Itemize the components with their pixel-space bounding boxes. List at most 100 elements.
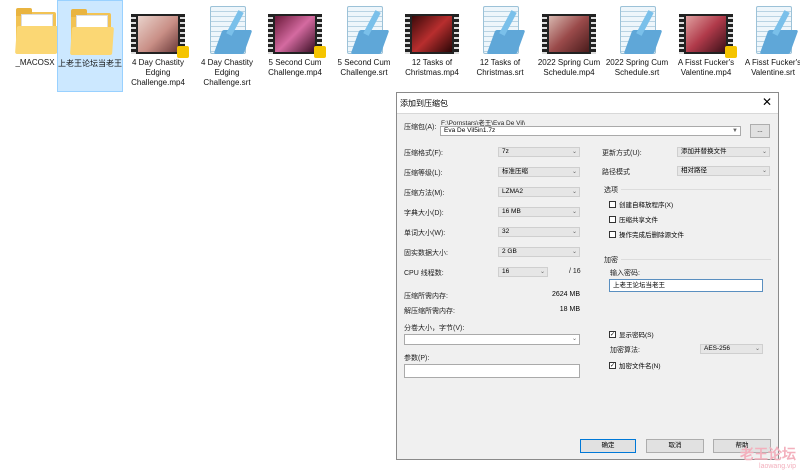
- file-label: A Fisst Fucker's Valentine.srt: [744, 58, 800, 77]
- file-label: 5 Second Cum Challenge.srt: [337, 58, 391, 77]
- chevron-down-icon: ⌄: [761, 149, 767, 155]
- encryption-group-title: 加密: [604, 257, 618, 264]
- level-label: 压缩等级(L):: [404, 170, 443, 177]
- checkbox-box: [609, 200, 616, 208]
- file-item-video[interactable]: 4 Day Chastity Edging Challenge.mp4: [125, 0, 191, 92]
- archive-name-value: Eva De Vil5in1.7z: [444, 127, 496, 134]
- watermark-logo: 老王论坛 laowang.vip: [740, 446, 796, 471]
- password-label: 输入密码:: [610, 270, 640, 277]
- close-icon[interactable]: ✕: [762, 95, 772, 109]
- path-mode-select[interactable]: 相对路径 ⌄: [677, 166, 770, 176]
- cpu-total: / 16: [569, 268, 581, 275]
- format-value: 7z: [502, 148, 509, 155]
- file-item-folder-laowang[interactable]: 上老王论坛当老王: [57, 0, 123, 92]
- checkbox-encrypt-names[interactable]: ✓ 加密文件名(N): [609, 360, 661, 370]
- mem-decomp-label: 解压缩所需内存:: [404, 308, 455, 315]
- file-label: 12 Tasks of Christmas.srt: [476, 58, 524, 77]
- file-item-video[interactable]: A Fisst Fucker's Valentine.mp4: [673, 0, 739, 92]
- encryption-method-value: AES-256: [704, 345, 731, 352]
- add-to-archive-dialog: 添加到压缩包 ✕ 压缩包(A): F:\Pornstars\老王\Eva De …: [396, 92, 779, 460]
- split-combo[interactable]: ⌄: [404, 334, 580, 345]
- checkbox-show-password[interactable]: ✓ 显示密码(S): [609, 329, 654, 339]
- word-select[interactable]: 32 ⌄: [498, 227, 580, 237]
- ok-button[interactable]: 确定: [580, 439, 636, 453]
- encryption-divider: [621, 259, 771, 260]
- file-label: 5 Second Cum Challenge.mp4: [268, 58, 322, 77]
- format-label: 压缩格式(F):: [404, 150, 443, 157]
- chevron-down-icon: ⌄: [571, 209, 577, 215]
- cpu-label: CPU 线程数:: [404, 270, 444, 277]
- file-item-subtitle[interactable]: A Fisst Fucker's Valentine.srt: [740, 0, 800, 92]
- format-select[interactable]: 7z ⌄: [498, 147, 580, 157]
- file-label: 2022 Spring Cum Schedule.mp4: [537, 58, 601, 77]
- video-thumbnail-icon: [542, 14, 596, 54]
- cpu-select[interactable]: 16 ⌄: [498, 267, 548, 277]
- password-input[interactable]: 上老王论坛当老王: [609, 279, 763, 292]
- file-label: A Fisst Fucker's Valentine.mp4: [677, 58, 735, 77]
- chevron-down-icon: ⌄: [761, 168, 767, 174]
- encryption-method-label: 加密算法:: [610, 347, 640, 354]
- options-group-title: 选项: [604, 187, 618, 194]
- file-label: 4 Day Chastity Edging Challenge.srt: [200, 58, 254, 87]
- subtitle-file-icon: [341, 4, 390, 58]
- update-select[interactable]: 添加并替换文件 ⌄: [677, 147, 770, 157]
- solid-select[interactable]: 2 GB ⌄: [498, 247, 580, 257]
- level-select[interactable]: 标准压缩 ⌄: [498, 167, 580, 177]
- checkbox-shared-label: 压缩共享文件: [619, 217, 658, 224]
- archive-label: 压缩包(A):: [404, 124, 437, 131]
- file-item-subtitle[interactable]: 4 Day Chastity Edging Challenge.srt: [194, 0, 260, 92]
- file-label: 2022 Spring Cum Schedule.srt: [605, 58, 669, 77]
- chevron-down-icon: ⌄: [571, 189, 577, 195]
- checkbox-delete-label: 操作完成后删除源文件: [619, 232, 684, 239]
- params-label: 参数(P):: [404, 355, 430, 362]
- checkbox-delete-after[interactable]: 操作完成后删除源文件: [609, 229, 684, 239]
- path-mode-label: 路径模式: [602, 169, 630, 176]
- checkbox-box: [609, 230, 616, 238]
- cpu-value: 16: [502, 268, 510, 275]
- solid-value: 2 GB: [502, 248, 517, 255]
- dict-select[interactable]: 16 MB ⌄: [498, 207, 580, 217]
- browse-button[interactable]: ...: [750, 124, 770, 138]
- dict-label: 字典大小(D):: [404, 210, 444, 217]
- update-label: 更新方式(U):: [602, 150, 642, 157]
- solid-label: 固实数据大小:: [404, 250, 448, 257]
- subtitle-file-icon: [614, 4, 663, 58]
- show-password-label: 显示密码(S): [619, 332, 654, 339]
- method-select[interactable]: LZMA2 ⌄: [498, 187, 580, 197]
- archive-name-combo[interactable]: Eva De Vil5in1.7z ▼: [440, 126, 741, 136]
- chevron-down-icon: ▼: [732, 128, 738, 134]
- video-thumbnail-icon: [268, 14, 326, 58]
- watermark-url: laowang.vip: [759, 463, 796, 470]
- cancel-button[interactable]: 取消: [646, 439, 704, 453]
- watermark-title: 老王论坛: [740, 446, 796, 462]
- folder-icon: [67, 5, 114, 57]
- file-item-video[interactable]: 5 Second Cum Challenge.mp4: [262, 0, 328, 92]
- mem-comp-label: 压缩所需内存:: [404, 293, 448, 300]
- file-item-subtitle[interactable]: 2022 Spring Cum Schedule.srt: [604, 0, 670, 92]
- checkbox-box: [609, 215, 616, 223]
- word-label: 单词大小(W):: [404, 230, 446, 237]
- chevron-down-icon: ⌄: [539, 269, 545, 275]
- checkbox-sfx[interactable]: 创建自释放程序(X): [609, 199, 673, 209]
- checkbox-sfx-label: 创建自释放程序(X): [619, 202, 674, 209]
- subtitle-file-icon: [750, 4, 799, 58]
- encryption-method-select[interactable]: AES-256 ⌄: [700, 344, 763, 354]
- file-item-subtitle[interactable]: 5 Second Cum Challenge.srt: [331, 0, 397, 92]
- file-item-video[interactable]: 2022 Spring Cum Schedule.mp4: [536, 0, 602, 92]
- file-label: 4 Day Chastity Edging Challenge.mp4: [131, 58, 185, 87]
- dict-value: 16 MB: [502, 208, 521, 215]
- subtitle-file-icon: [204, 4, 253, 58]
- check-icon: ✓: [609, 361, 616, 369]
- file-item-video[interactable]: 12 Tasks of Christmas.mp4: [399, 0, 465, 92]
- chevron-down-icon: ⌄: [754, 346, 760, 352]
- params-input[interactable]: [404, 364, 580, 378]
- chevron-down-icon: ⌄: [571, 149, 577, 155]
- file-label: 上老王论坛当老王: [58, 59, 122, 68]
- word-value: 32: [502, 228, 510, 235]
- level-value: 标准压缩: [502, 168, 528, 175]
- update-value: 添加并替换文件: [681, 148, 727, 155]
- split-label: 分卷大小，字节(V):: [404, 325, 465, 332]
- checkbox-shared[interactable]: 压缩共享文件: [609, 214, 658, 224]
- chevron-down-icon: ⌄: [571, 229, 577, 235]
- file-item-subtitle[interactable]: 12 Tasks of Christmas.srt: [467, 0, 533, 92]
